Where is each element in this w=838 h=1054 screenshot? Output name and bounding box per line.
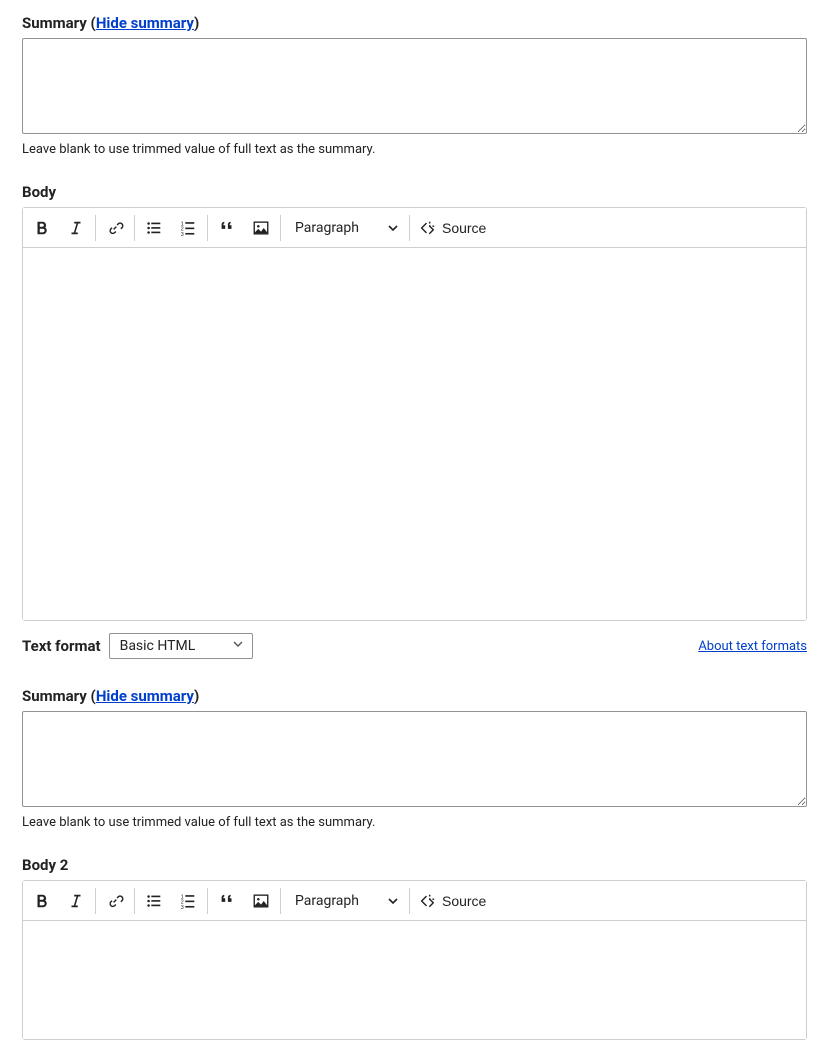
bulleted-list-button[interactable] [137, 884, 171, 918]
svg-text:3: 3 [181, 905, 184, 910]
toolbar-separator [280, 888, 281, 914]
paren-close: ) [194, 687, 199, 705]
paren-open: ( [87, 687, 96, 705]
svg-text:3: 3 [181, 232, 184, 237]
body-label: Body [22, 183, 816, 201]
editor-toolbar: 123 Paragraph Source [23, 208, 806, 248]
source-button[interactable]: Source [412, 209, 498, 247]
chevron-down-icon [387, 222, 399, 234]
toolbar-separator [207, 888, 208, 914]
toolbar-separator [134, 888, 135, 914]
image-button[interactable] [244, 211, 278, 245]
source-button[interactable]: Source [412, 882, 498, 920]
image-icon [252, 892, 270, 910]
bold-icon [33, 219, 51, 237]
bold-button[interactable] [25, 884, 59, 918]
summary-textarea-2[interactable] [22, 711, 807, 807]
summary-help-text: Leave blank to use trimmed value of full… [22, 142, 816, 157]
text-format-select[interactable]: Basic HTML [109, 633, 253, 659]
toolbar-separator [280, 215, 281, 241]
summary-textarea[interactable] [22, 38, 807, 134]
toolbar-separator [95, 215, 96, 241]
toolbar-separator [409, 888, 410, 914]
body-editor: 123 Paragraph Source [22, 207, 807, 621]
heading-dropdown[interactable]: Paragraph [283, 882, 407, 920]
numbered-list-icon: 123 [179, 219, 197, 237]
blockquote-button[interactable] [210, 884, 244, 918]
text-format-label: Text format [22, 637, 101, 655]
editor-content-area[interactable] [23, 248, 806, 620]
blockquote-button[interactable] [210, 211, 244, 245]
blockquote-icon [218, 219, 236, 237]
source-button-label: Source [442, 220, 486, 236]
toolbar-separator [95, 888, 96, 914]
text-format-row: Text format Basic HTML About text format… [22, 633, 807, 659]
editor-content-area-2[interactable] [23, 921, 806, 1039]
image-button[interactable] [244, 884, 278, 918]
link-icon [106, 892, 124, 910]
toolbar-separator [409, 215, 410, 241]
link-button[interactable] [98, 884, 132, 918]
heading-dropdown-label: Paragraph [295, 220, 359, 236]
link-icon [106, 219, 124, 237]
bulleted-list-icon [145, 892, 163, 910]
hide-summary-link[interactable]: Hide summary [96, 14, 194, 32]
summary-label: Summary (Hide summary) [22, 14, 816, 32]
body-2-label: Body 2 [22, 856, 816, 874]
summary-label-text: Summary [22, 687, 87, 705]
paren-close: ) [194, 14, 199, 32]
chevron-down-icon [232, 638, 244, 654]
italic-icon [67, 892, 85, 910]
numbered-list-button[interactable]: 123 [171, 211, 205, 245]
italic-button[interactable] [59, 884, 93, 918]
paren-open: ( [87, 14, 96, 32]
about-text-formats-link[interactable]: About text formats [698, 639, 807, 654]
chevron-down-icon [387, 895, 399, 907]
numbered-list-button[interactable]: 123 [171, 884, 205, 918]
numbered-list-icon: 123 [179, 892, 197, 910]
editor-toolbar-2: 123 Paragraph Source [23, 881, 806, 921]
toolbar-separator [207, 215, 208, 241]
link-button[interactable] [98, 211, 132, 245]
summary-label-text: Summary [22, 14, 87, 32]
source-button-label: Source [442, 893, 486, 909]
bold-button[interactable] [25, 211, 59, 245]
bulleted-list-button[interactable] [137, 211, 171, 245]
toolbar-separator [134, 215, 135, 241]
heading-dropdown-label: Paragraph [295, 893, 359, 909]
summary-label: Summary (Hide summary) [22, 687, 816, 705]
text-format-selected: Basic HTML [120, 638, 196, 654]
hide-summary-link[interactable]: Hide summary [96, 687, 194, 705]
body-2-editor: 123 Paragraph Source [22, 880, 807, 1040]
source-icon [418, 892, 436, 910]
source-icon [418, 219, 436, 237]
summary-help-text-2: Leave blank to use trimmed value of full… [22, 815, 816, 830]
bold-icon [33, 892, 51, 910]
image-icon [252, 219, 270, 237]
blockquote-icon [218, 892, 236, 910]
heading-dropdown[interactable]: Paragraph [283, 209, 407, 247]
bulleted-list-icon [145, 219, 163, 237]
italic-icon [67, 219, 85, 237]
italic-button[interactable] [59, 211, 93, 245]
